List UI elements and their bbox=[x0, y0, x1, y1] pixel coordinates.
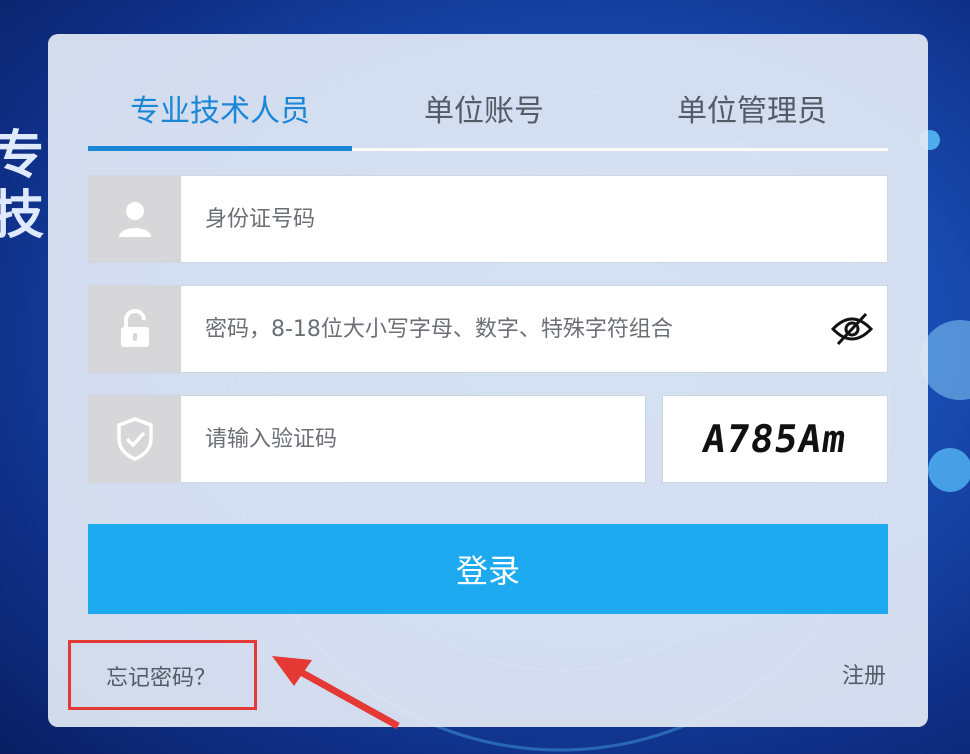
tab-unit-account[interactable]: 单位账号 bbox=[352, 86, 616, 130]
highlight-box bbox=[68, 640, 257, 710]
login-tabs: 专业技术人员 单位账号 单位管理员 bbox=[88, 74, 888, 152]
arrow-annotation-icon bbox=[268, 652, 408, 736]
id-number-input[interactable] bbox=[181, 176, 887, 262]
tab-professional[interactable]: 专业技术人员 bbox=[88, 86, 352, 130]
user-icon bbox=[89, 176, 181, 262]
eye-slash-icon[interactable] bbox=[817, 286, 887, 372]
password-field bbox=[88, 285, 888, 373]
tab-unit-admin[interactable]: 单位管理员 bbox=[616, 86, 888, 130]
captcha-input[interactable] bbox=[181, 396, 645, 482]
login-panel: 专业技术人员 单位账号 单位管理员 身份证号码 请输入验证码 A785Am 登录… bbox=[48, 34, 928, 727]
captcha-field bbox=[88, 395, 646, 483]
password-input[interactable] bbox=[181, 286, 817, 372]
register-link[interactable]: 注册 bbox=[842, 658, 886, 690]
captcha-text: A785Am bbox=[700, 417, 850, 461]
captcha-image[interactable]: A785Am bbox=[662, 395, 888, 483]
id-number-field bbox=[88, 175, 888, 263]
active-tab-indicator bbox=[88, 146, 352, 151]
shield-icon bbox=[89, 396, 181, 482]
lock-icon bbox=[89, 286, 181, 372]
login-button[interactable]: 登录 bbox=[88, 524, 888, 614]
